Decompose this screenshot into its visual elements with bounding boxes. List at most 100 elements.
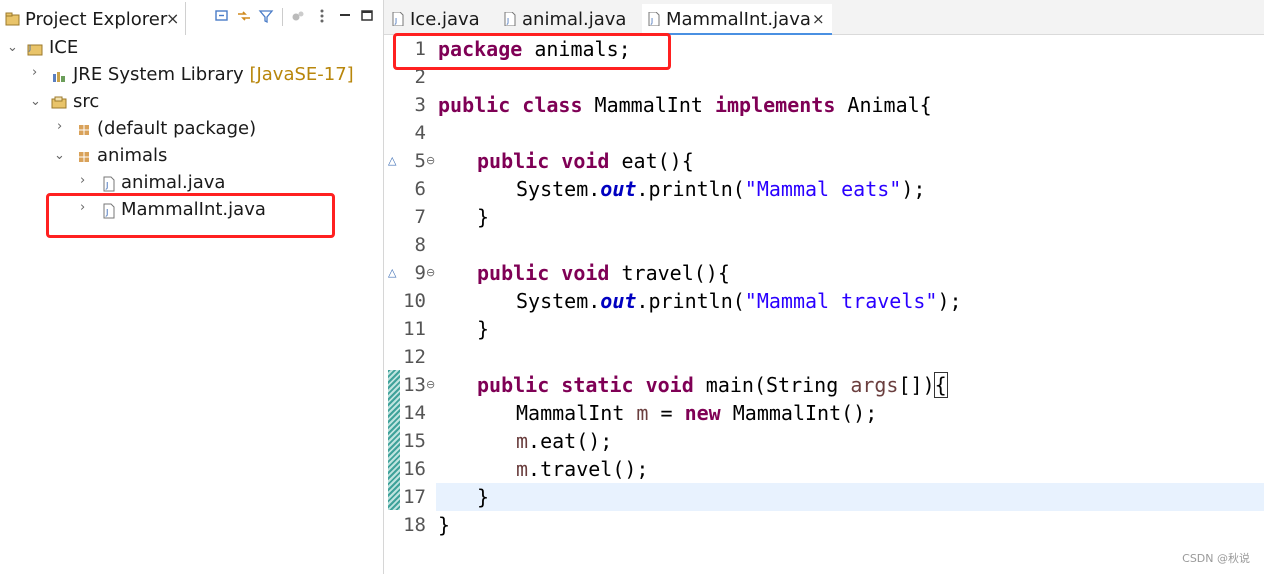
tree-label: MammalInt.java bbox=[121, 199, 266, 220]
project-explorer-tab[interactable]: Project Explorer × bbox=[0, 2, 381, 35]
fold-collapse-icon[interactable]: ⊖ bbox=[426, 154, 435, 167]
code-line-14: MammalInt m = new MammalInt(); bbox=[516, 399, 877, 427]
chevron-down-icon[interactable]: ⌄ bbox=[54, 148, 65, 163]
tree-label: (default package) bbox=[97, 118, 257, 139]
chevron-down-icon[interactable]: ⌄ bbox=[7, 40, 18, 55]
tree-item-animal-java[interactable]: › J animal.java bbox=[0, 171, 381, 197]
code-text: main(String bbox=[693, 373, 851, 397]
java-file-icon: J bbox=[392, 12, 404, 26]
change-marker bbox=[388, 370, 400, 510]
keyword: void bbox=[561, 149, 610, 173]
code-line-6: System.out.println("Mammal eats"); bbox=[516, 175, 925, 203]
fold-collapse-icon[interactable]: ⊖ bbox=[426, 266, 435, 279]
minimize-icon[interactable] bbox=[337, 8, 353, 24]
svg-text:J: J bbox=[28, 44, 31, 52]
svg-text:J: J bbox=[105, 208, 108, 217]
tree-item-jre-system-library[interactable]: › JRE System Library [JavaSE-17] bbox=[0, 63, 381, 89]
code-line-9: public void travel(){ bbox=[477, 259, 730, 287]
close-icon[interactable]: × bbox=[166, 9, 179, 28]
tab-animal-java[interactable]: J animal.java bbox=[498, 4, 628, 34]
maximize-icon[interactable] bbox=[359, 8, 375, 24]
line-number: 16 bbox=[403, 458, 426, 480]
local-variable: m bbox=[636, 401, 649, 425]
project-explorer-panel: Project Explorer × ⌄ J ICE › JRE System … bbox=[0, 0, 384, 574]
code-line-16: m.travel(); bbox=[516, 455, 648, 483]
code-text: Animal{ bbox=[835, 93, 932, 117]
java-file-icon: J bbox=[648, 12, 660, 26]
string-literal: "Mammal eats" bbox=[744, 177, 902, 201]
line-number-gutter: 1 2 3 4 5 6 7 8 9 10 11 12 13 14 15 16 1… bbox=[384, 35, 436, 574]
tree-item-src[interactable]: ⌄ src bbox=[0, 90, 381, 116]
code-text: ); bbox=[901, 177, 926, 201]
line-number: 2 bbox=[414, 66, 426, 88]
override-indicator-icon[interactable]: △ bbox=[388, 266, 396, 279]
current-line-highlight bbox=[436, 483, 1264, 511]
keyword: new bbox=[684, 401, 721, 425]
line-number: 13 bbox=[403, 374, 426, 396]
line-number: 11 bbox=[403, 318, 426, 340]
fold-collapse-icon[interactable]: ⊖ bbox=[426, 378, 435, 391]
explorer-title: Project Explorer bbox=[25, 9, 168, 30]
keyword: public bbox=[477, 373, 550, 397]
keyword: void bbox=[645, 373, 694, 397]
project-explorer-icon bbox=[5, 12, 20, 26]
static-field: out bbox=[600, 177, 637, 201]
tree-label: animals bbox=[97, 145, 168, 166]
line-number: 18 bbox=[403, 514, 426, 536]
editor-tab-bar: J Ice.java J animal.java J MammalInt.jav… bbox=[384, 0, 1264, 35]
java-file-icon: J bbox=[103, 176, 115, 192]
chevron-right-icon[interactable]: › bbox=[32, 65, 37, 80]
collapse-all-icon[interactable] bbox=[214, 8, 230, 24]
jre-version-decoration: [JavaSE-17] bbox=[249, 64, 354, 85]
tree-label: animal.java bbox=[121, 172, 226, 193]
line-number: 4 bbox=[414, 122, 426, 144]
svg-text:J: J bbox=[105, 181, 108, 190]
code-text: = bbox=[648, 401, 685, 425]
tree-item-mammalint-java[interactable]: › J MammalInt.java bbox=[0, 198, 381, 224]
code-text: .println( bbox=[636, 289, 745, 313]
close-icon[interactable]: × bbox=[812, 10, 825, 28]
package-icon bbox=[79, 152, 89, 162]
chevron-right-icon[interactable]: › bbox=[57, 119, 62, 134]
view-menu-icon[interactable] bbox=[314, 8, 330, 24]
keyword: implements bbox=[714, 93, 836, 117]
code-text: System. bbox=[516, 289, 601, 313]
chevron-right-icon[interactable]: › bbox=[80, 200, 85, 215]
tree-label: src bbox=[73, 91, 100, 112]
code-line-18: } bbox=[438, 513, 451, 537]
override-indicator-icon[interactable]: △ bbox=[388, 154, 396, 167]
tree-item-default-package[interactable]: › (default package) bbox=[0, 117, 381, 143]
chevron-down-icon[interactable]: ⌄ bbox=[30, 94, 41, 109]
svg-text:J: J bbox=[506, 17, 509, 25]
code-text: .println( bbox=[636, 177, 745, 201]
string-literal: "Mammal travels" bbox=[744, 289, 938, 313]
line-number: 5 bbox=[414, 150, 426, 172]
keyword: public bbox=[438, 93, 511, 117]
line-number: 6 bbox=[414, 178, 426, 200]
tree-label: ICE bbox=[49, 37, 79, 58]
code-editor[interactable]: 1 2 3 4 5 6 7 8 9 10 11 12 13 14 15 16 1… bbox=[384, 33, 1264, 574]
package-icon bbox=[79, 125, 89, 135]
svg-text:J: J bbox=[650, 17, 653, 25]
tab-mammalint-java[interactable]: J MammalInt.java × bbox=[642, 4, 832, 35]
line-number: 17 bbox=[403, 486, 426, 508]
svg-text:J: J bbox=[394, 17, 397, 25]
link-with-editor-icon[interactable] bbox=[236, 8, 252, 24]
project-icon: J bbox=[27, 44, 43, 56]
local-variable: m bbox=[516, 457, 529, 481]
filter-icon[interactable] bbox=[258, 8, 274, 24]
chevron-right-icon[interactable]: › bbox=[80, 173, 85, 188]
code-text: []) bbox=[898, 373, 935, 397]
line-number: 14 bbox=[403, 402, 426, 424]
line-number: 9 bbox=[414, 262, 426, 284]
code-line-5: public void eat(){ bbox=[477, 147, 694, 175]
tab-label: MammalInt.java bbox=[666, 9, 811, 30]
tree-item-ice[interactable]: ⌄ J ICE bbox=[0, 36, 381, 62]
code-text: MammalInt bbox=[516, 401, 637, 425]
tab-ice-java[interactable]: J Ice.java bbox=[386, 4, 492, 34]
focus-icon[interactable] bbox=[290, 8, 306, 24]
tree-item-animals-package[interactable]: ⌄ animals bbox=[0, 144, 381, 170]
code-line-11: } bbox=[477, 317, 490, 341]
line-number: 3 bbox=[414, 94, 426, 116]
tree-label: JRE System Library bbox=[73, 64, 244, 85]
